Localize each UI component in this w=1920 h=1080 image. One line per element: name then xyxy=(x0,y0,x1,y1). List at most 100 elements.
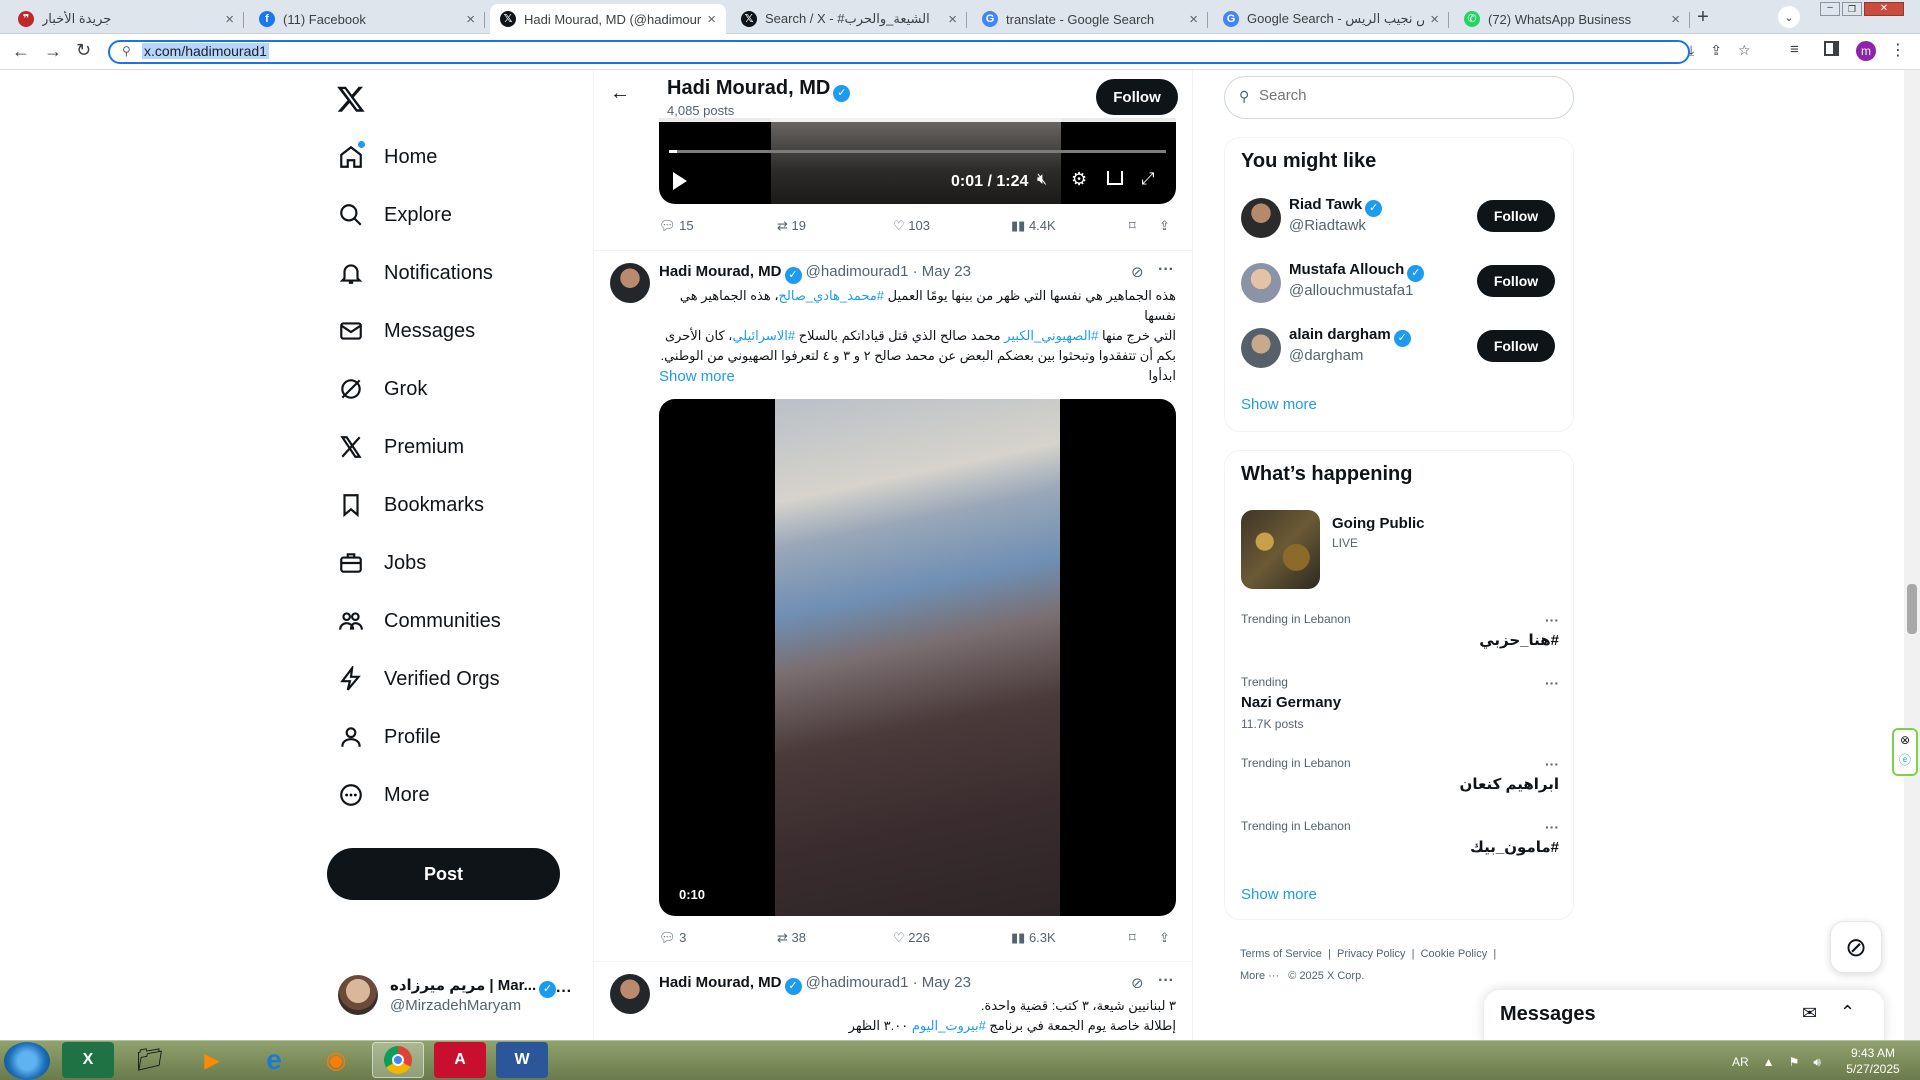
reply-action[interactable]: 💬︎ 3 xyxy=(659,930,686,946)
fullscreen-icon[interactable]: ⤢ xyxy=(1141,169,1155,189)
hashtag-link[interactable]: #بيروت_اليوم xyxy=(912,1018,986,1033)
views-action[interactable]: ▮▮ 4.4K xyxy=(1011,218,1056,234)
sidebar-item-notifications[interactable]: Notifications xyxy=(338,253,493,293)
action-center-flag-icon[interactable]: ⚑ xyxy=(1789,1055,1800,1069)
grok-icon[interactable]: ⊘ xyxy=(1131,974,1144,992)
media-player-taskbar-icon[interactable]: ▶ xyxy=(186,1042,238,1078)
grok-floating-button[interactable]: ⊘ xyxy=(1830,921,1882,973)
avatar[interactable] xyxy=(1241,263,1281,303)
close-window-icon[interactable]: ✕ xyxy=(1864,2,1904,16)
sidebar-item-explore[interactable]: Explore xyxy=(338,195,452,235)
repost-action[interactable]: ⇄ 19 xyxy=(777,218,806,234)
new-tab-button[interactable]: + xyxy=(1692,6,1714,28)
sidebar-item-more[interactable]: More xyxy=(338,775,430,815)
tab-close-icon[interactable]: × xyxy=(466,11,475,28)
tweet[interactable]: Hadi Mourad, MD ✓ @hadimourad1 · May 23 ⊘… xyxy=(594,251,1192,965)
views-action[interactable]: ▮▮ 6.3K xyxy=(1011,930,1056,946)
reply-action[interactable]: 💬︎ 15 xyxy=(659,218,694,234)
share-icon[interactable]: ⇪ xyxy=(1710,42,1722,59)
trend-more-icon[interactable]: ··· xyxy=(1545,819,1559,835)
search-input[interactable] xyxy=(1259,87,1559,104)
browser-tab[interactable]: ❞ جريدة الأخبار × xyxy=(8,4,244,34)
trend-more-icon[interactable]: ··· xyxy=(1545,675,1559,691)
avatar[interactable] xyxy=(610,974,650,1014)
sidebar-item-jobs[interactable]: Jobs xyxy=(338,543,426,583)
footer-link-privacy[interactable]: Privacy Policy xyxy=(1337,948,1405,960)
suggested-user[interactable]: Riad Tawk ✓ @Riadtawk Follow xyxy=(1241,196,1559,240)
firefox-taskbar-icon[interactable]: ◉ xyxy=(310,1042,362,1078)
tab-close-icon[interactable]: × xyxy=(1430,11,1439,28)
forward-icon[interactable]: → xyxy=(44,41,62,62)
bookmark-action-icon[interactable]: ⌑ xyxy=(1129,930,1136,946)
footer-link-terms[interactable]: Terms of Service xyxy=(1240,948,1322,960)
avatar[interactable] xyxy=(1241,198,1281,238)
browser-tab[interactable]: ✆ (72) WhatsApp Business × xyxy=(1454,4,1690,34)
excel-taskbar-icon[interactable]: X xyxy=(62,1042,114,1078)
sidebar-item-home[interactable]: Home xyxy=(338,137,437,177)
search-box[interactable]: ⚲ xyxy=(1224,76,1574,119)
trend-item[interactable]: Trending in Lebanon ··· #هنا_حزبي xyxy=(1241,612,1559,672)
suggested-user[interactable]: Mustafa Allouch ✓ @allouchmustafa1 Follow xyxy=(1241,261,1559,305)
tweet-date[interactable]: · May 23 xyxy=(913,263,971,280)
tab-search-button[interactable]: ⌄ xyxy=(1778,6,1800,28)
url-text[interactable]: x.com/hadimourad1 xyxy=(142,43,269,59)
top-video-player[interactable]: 0:01 / 1:24 🔇︎ ⚙ ⤢ xyxy=(659,118,1176,204)
tab-close-icon[interactable]: × xyxy=(225,11,234,28)
new-message-icon[interactable]: ✉ xyxy=(1802,1003,1817,1024)
mute-icon[interactable]: 🔇︎ xyxy=(1037,171,1047,189)
browser-tab[interactable]: G Google Search - رياض نجيب الريس × xyxy=(1213,4,1449,34)
hashtag-link[interactable]: #الصهيوني_الكبير xyxy=(1004,328,1098,343)
avatar[interactable] xyxy=(1241,328,1281,368)
trend-more-icon[interactable]: ··· xyxy=(1545,756,1559,772)
tray-expand-icon[interactable]: ▲ xyxy=(1763,1055,1775,1069)
language-indicator[interactable]: AR xyxy=(1732,1055,1749,1069)
media-control-icon[interactable]: ≡ xyxy=(1790,41,1799,58)
profile-avatar[interactable]: m xyxy=(1856,41,1876,61)
browser-tab[interactable]: 𝕏 Hadi Mourad, MD (@hadimourad × xyxy=(490,4,726,34)
show-more-link[interactable]: Show more xyxy=(659,368,735,385)
show-more-link[interactable]: Show more xyxy=(1241,886,1317,903)
suggested-user[interactable]: alain dargham ✓ @dargham Follow xyxy=(1241,326,1559,370)
settings-gear-icon[interactable]: ⚙ xyxy=(1071,169,1087,190)
browser-menu-icon[interactable]: ⋮ xyxy=(1890,40,1906,60)
browser-tab[interactable]: Gtranslate - Google Search × xyxy=(972,4,1208,34)
sidebar-item-verified-orgs[interactable]: Verified Orgs xyxy=(338,659,500,699)
follow-button[interactable]: Follow xyxy=(1477,200,1555,232)
share-action-icon[interactable]: ⇪ xyxy=(1159,930,1170,946)
trend-more-icon[interactable]: ··· xyxy=(1545,612,1559,628)
volume-icon[interactable]: 🔊︎ xyxy=(1813,1055,1821,1070)
play-icon[interactable] xyxy=(673,172,687,190)
trend-item[interactable]: Trending in Lebanon ··· #مامون_بيك xyxy=(1241,819,1559,879)
file-explorer-taskbar-icon[interactable]: 📁︎ xyxy=(124,1042,176,1078)
clock[interactable]: 9:43 AM 5/27/2025 xyxy=(1838,1045,1908,1077)
minimize-icon[interactable]: ‒ xyxy=(1820,2,1840,16)
sidebar-item-messages[interactable]: Messages xyxy=(338,311,475,351)
messages-drawer[interactable]: Messages ✉ ⌃ xyxy=(1484,990,1884,1042)
account-switcher[interactable]: مريم ميرزاده | Mar... ✓ @MirzadehMaryam ·… xyxy=(338,975,578,1017)
follow-button[interactable]: Follow xyxy=(1477,265,1555,297)
reload-icon[interactable]: ↻ xyxy=(76,40,91,61)
tweet-video[interactable]: 0:10 xyxy=(659,399,1176,916)
sidebar-item-communities[interactable]: Communities xyxy=(338,601,501,641)
tweet-author-name[interactable]: Hadi Mourad, MD xyxy=(659,974,782,991)
browser-tab[interactable]: f (11) Facebook × xyxy=(249,4,485,34)
tweet-author-name[interactable]: Hadi Mourad, MD xyxy=(659,263,782,280)
x-logo-icon[interactable] xyxy=(336,84,366,114)
tab-close-icon[interactable]: × xyxy=(948,11,957,28)
footer-more[interactable]: More ··· xyxy=(1240,970,1279,982)
follow-button[interactable]: Follow xyxy=(1477,330,1555,362)
hashtag-link[interactable]: #الاسرائيلي xyxy=(732,328,795,343)
like-action[interactable]: ♡ 103 xyxy=(893,218,930,234)
tab-close-icon[interactable]: × xyxy=(707,11,716,28)
side-panel-icon[interactable] xyxy=(1824,41,1839,56)
acrobat-taskbar-icon[interactable]: A xyxy=(434,1042,486,1078)
back-arrow-icon[interactable]: ← xyxy=(610,82,630,105)
chrome-taskbar-icon[interactable] xyxy=(372,1042,424,1078)
follow-button[interactable]: Follow xyxy=(1096,79,1178,115)
footer-link-cookie[interactable]: Cookie Policy xyxy=(1421,948,1488,960)
tweet-author-handle[interactable]: @hadimourad1 xyxy=(806,974,909,991)
video-progress-bar[interactable] xyxy=(669,150,1166,153)
trend-item[interactable]: Trending ··· Nazi Germany 11.7K posts xyxy=(1241,675,1559,735)
sidebar-item-premium[interactable]: Premium xyxy=(338,427,464,467)
tweet-date[interactable]: · May 23 xyxy=(913,974,971,991)
